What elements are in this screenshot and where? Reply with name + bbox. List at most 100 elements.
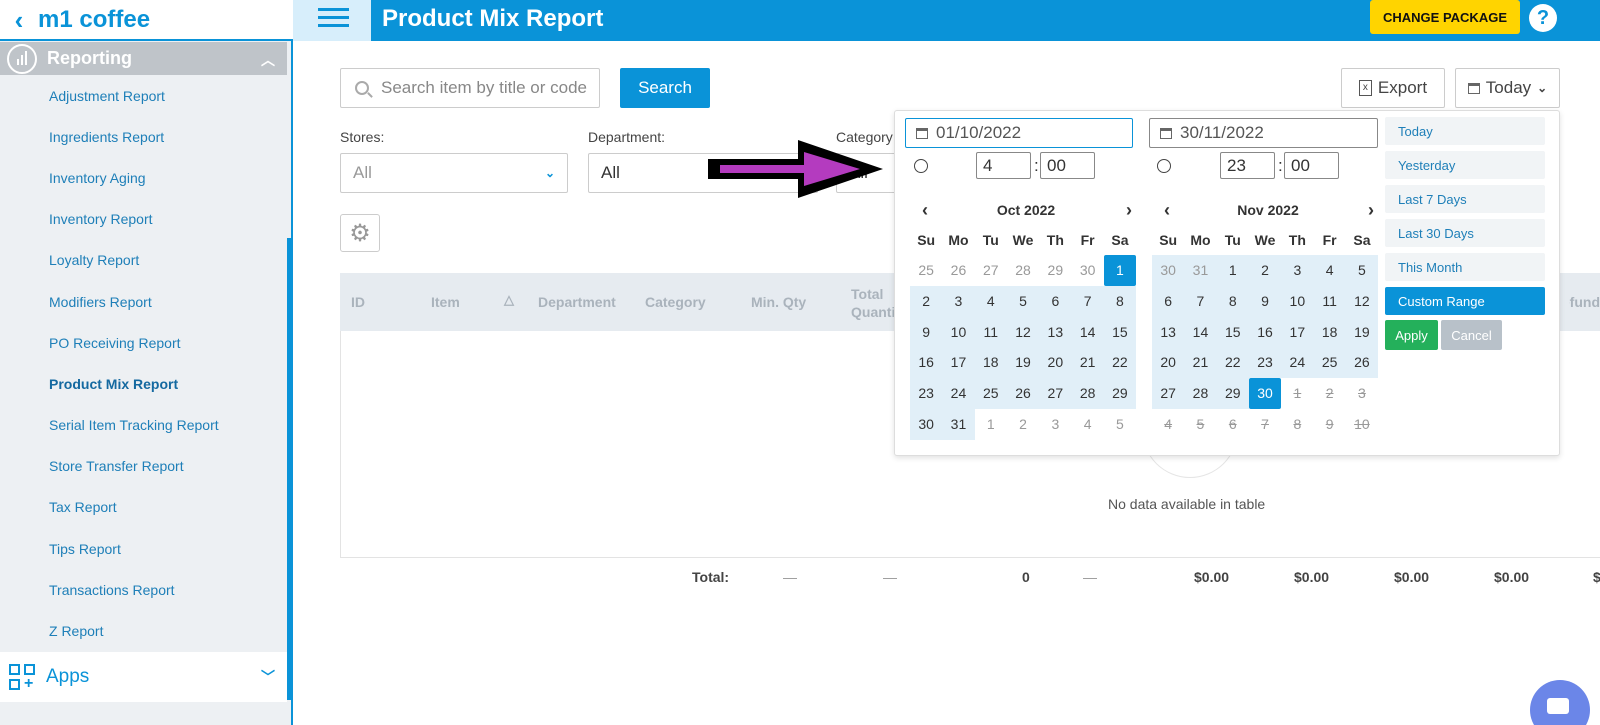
calendar-day[interactable]: 28 <box>1071 378 1104 409</box>
cancel-button[interactable]: Cancel <box>1441 320 1502 350</box>
sidebar-scrollbar[interactable] <box>287 238 293 700</box>
calendar-day[interactable]: 26 <box>942 255 974 286</box>
calendar-day[interactable]: 27 <box>975 255 1007 286</box>
next-month-icon[interactable]: › <box>1368 200 1374 221</box>
search-input[interactable]: Search item by title or code <box>340 68 600 108</box>
calendar-day[interactable]: 27 <box>1039 378 1072 409</box>
calendar-day[interactable]: 9 <box>910 316 943 348</box>
sidebar-section-apps[interactable]: + Apps ﹀ <box>0 652 287 702</box>
search-button[interactable]: Search <box>620 68 710 108</box>
calendar-day[interactable]: 14 <box>1184 316 1217 348</box>
calendar-day[interactable]: 3 <box>1346 378 1378 409</box>
calendar-day[interactable]: 20 <box>1039 347 1072 379</box>
column-item[interactable]: Item <box>431 294 460 310</box>
sidebar-item[interactable]: Transactions Report <box>0 569 287 610</box>
column-refund[interactable]: Refund <box>1569 294 1600 310</box>
calendar-day[interactable]: 16 <box>910 347 943 379</box>
calendar-day[interactable]: 22 <box>1103 347 1137 379</box>
start-minute-input[interactable]: 00 <box>1040 152 1095 179</box>
calendar-day[interactable]: 20 <box>1152 347 1185 379</box>
calendar-day[interactable]: 24 <box>942 378 975 409</box>
start-date-input[interactable]: 01/10/2022 <box>905 118 1133 148</box>
sort-triangle-icon[interactable]: △ <box>504 292 514 308</box>
chevron-down-icon[interactable]: ﹀ <box>261 667 275 687</box>
calendar-day[interactable]: 29 <box>1039 255 1071 286</box>
calendar-day[interactable]: 27 <box>1152 378 1185 409</box>
column-min-qty[interactable]: Min. Qty <box>751 294 806 310</box>
calendar-day[interactable]: 5 <box>1104 409 1136 440</box>
chat-widget-icon[interactable] <box>1530 680 1590 725</box>
calendar-day[interactable]: 28 <box>1007 255 1039 286</box>
calendar-day[interactable]: 8 <box>1216 285 1249 317</box>
sidebar-item[interactable]: Product Mix Report <box>0 363 287 404</box>
change-package-button[interactable]: CHANGE PACKAGE <box>1370 0 1520 34</box>
calendar-day[interactable]: 4 <box>1152 409 1184 440</box>
end-hour-input[interactable]: 23 <box>1220 152 1275 179</box>
calendar-day[interactable]: 7 <box>1071 285 1104 317</box>
brand-name[interactable]: m1 coffee <box>38 6 150 34</box>
sidebar-section-reporting[interactable]: Reporting ︿ <box>0 42 287 75</box>
calendar-day[interactable]: 29 <box>1103 378 1137 409</box>
settings-gear-icon[interactable]: ⚙ <box>340 214 380 252</box>
sidebar-item[interactable]: Loyalty Report <box>0 240 287 281</box>
calendar-day[interactable]: 5 <box>1345 255 1379 286</box>
calendar-day[interactable]: 1 <box>975 409 1007 440</box>
hamburger-menu-icon[interactable] <box>293 0 371 41</box>
calendar-day[interactable]: 5 <box>1184 409 1216 440</box>
calendar-day[interactable]: 5 <box>1006 285 1040 317</box>
calendar-day[interactable]: 6 <box>1217 409 1249 440</box>
sidebar-item[interactable]: Store Transfer Report <box>0 446 287 487</box>
calendar-day[interactable]: 31 <box>942 408 975 440</box>
calendar-day[interactable]: 2 <box>1007 409 1039 440</box>
calendar-day[interactable]: 19 <box>1006 347 1040 379</box>
calendar-day[interactable]: 12 <box>1006 316 1040 348</box>
column-department[interactable]: Department <box>538 294 616 310</box>
chevron-left-icon[interactable]: ‹ <box>0 7 38 33</box>
sidebar-item[interactable]: Inventory Report <box>0 199 287 240</box>
calendar-day[interactable]: 10 <box>1281 285 1314 317</box>
calendar-day[interactable]: 4 <box>974 285 1007 317</box>
preset-range-item[interactable]: Last 7 Days <box>1385 185 1545 213</box>
preset-range-item[interactable]: Today <box>1385 117 1545 145</box>
end-minute-input[interactable]: 00 <box>1284 152 1339 179</box>
sidebar-item[interactable]: Inventory Aging <box>0 157 287 198</box>
column-category[interactable]: Category <box>645 294 706 310</box>
calendar-day[interactable]: 31 <box>1184 255 1217 286</box>
calendar-day[interactable]: 14 <box>1071 316 1104 348</box>
calendar-day[interactable]: 6 <box>1039 285 1072 317</box>
calendar-day[interactable]: 26 <box>1345 347 1379 379</box>
calendar-day[interactable]: 1 <box>1216 255 1249 286</box>
calendar-day[interactable]: 4 <box>1071 409 1103 440</box>
calendar-day[interactable]: 26 <box>1006 378 1040 409</box>
calendar-day[interactable]: 30 <box>910 408 943 440</box>
calendar-day[interactable]: 10 <box>1346 409 1378 440</box>
calendar-day[interactable]: 8 <box>1281 409 1313 440</box>
calendar-day[interactable]: 15 <box>1216 316 1249 348</box>
preset-range-item[interactable]: Yesterday <box>1385 151 1545 179</box>
start-hour-input[interactable]: 4 <box>976 152 1031 179</box>
help-icon[interactable]: ? <box>1529 4 1557 32</box>
calendar-day[interactable]: 11 <box>974 316 1007 348</box>
calendar-day[interactable]: 13 <box>1039 316 1072 348</box>
calendar-day[interactable]: 2 <box>910 285 943 317</box>
sidebar-item[interactable]: Ingredients Report <box>0 116 287 157</box>
calendar-day[interactable]: 6 <box>1152 285 1185 317</box>
calendar-day[interactable]: 3 <box>1039 409 1071 440</box>
calendar-day[interactable]: 28 <box>1184 378 1217 409</box>
sidebar-item[interactable]: Adjustment Report <box>0 75 287 116</box>
calendar-day[interactable]: 12 <box>1345 285 1379 317</box>
calendar-day[interactable]: 17 <box>942 347 975 379</box>
preset-range-item[interactable]: Custom Range <box>1385 287 1545 315</box>
sidebar-item[interactable]: Z Report <box>0 610 287 651</box>
calendar-day[interactable]: 25 <box>1313 347 1346 379</box>
calendar-day[interactable]: 30 <box>1071 255 1103 286</box>
calendar-day[interactable]: 18 <box>1313 316 1346 348</box>
apply-button[interactable]: Apply <box>1385 320 1438 350</box>
sidebar-item[interactable]: PO Receiving Report <box>0 322 287 363</box>
calendar-day[interactable]: 3 <box>942 285 975 317</box>
calendar-day[interactable]: 7 <box>1249 409 1281 440</box>
date-range-button[interactable]: Today ⌄ <box>1455 68 1560 108</box>
stores-select[interactable]: All ⌄ <box>340 153 568 193</box>
calendar-day[interactable]: 9 <box>1313 409 1345 440</box>
preset-range-item[interactable]: Last 30 Days <box>1385 219 1545 247</box>
